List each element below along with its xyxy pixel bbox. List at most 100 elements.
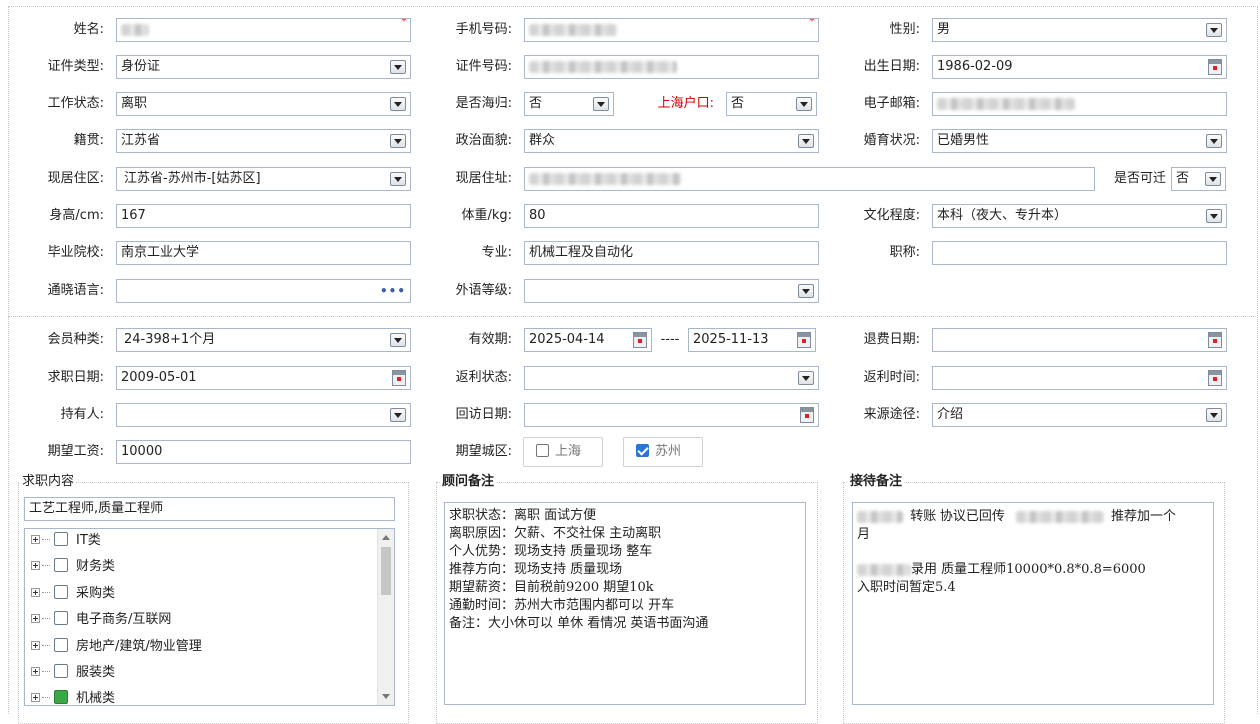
expand-plus-icon[interactable]	[31, 535, 40, 544]
id-type-select[interactable]: 身份证	[116, 55, 411, 79]
chevron-down-icon[interactable]	[798, 371, 814, 385]
checkbox-partial-icon[interactable]	[54, 690, 68, 704]
birth-date-input[interactable]: 1986-02-09	[932, 55, 1227, 79]
expand-plus-icon[interactable]	[31, 588, 40, 597]
chevron-down-icon[interactable]	[798, 284, 814, 298]
checkbox-icon[interactable]	[54, 611, 68, 625]
marital-select[interactable]: 已婚男性	[932, 129, 1227, 153]
languages-input[interactable]: •••	[116, 279, 411, 303]
expand-plus-icon[interactable]	[31, 614, 40, 623]
scrollbar[interactable]	[377, 529, 394, 705]
consultant-notes-textarea[interactable]: 求职状态：离职 面试方便 离职原因：欠薪、不交社保 主动离职 个人优势：现场支持…	[444, 502, 806, 705]
valid-end-input[interactable]: 2025-11-13	[688, 328, 816, 352]
expand-plus-icon[interactable]	[31, 667, 40, 676]
chevron-down-icon[interactable]	[1206, 408, 1222, 422]
source-select[interactable]: 介绍	[932, 403, 1227, 427]
checkbox-icon[interactable]	[54, 558, 68, 572]
job-seek-date-input[interactable]: 2009-05-01	[116, 366, 411, 390]
phone-label: 手机号码:	[455, 22, 512, 37]
member-type-select[interactable]: 24-398+1个月	[116, 328, 411, 352]
scroll-down-icon[interactable]	[382, 694, 390, 699]
revisit-date-label: 回访日期:	[455, 407, 512, 422]
foreign-level-select[interactable]	[524, 279, 819, 303]
calendar-icon[interactable]	[1208, 59, 1222, 75]
checkbox-icon[interactable]	[54, 664, 68, 678]
relocate-select[interactable]: 否	[1171, 167, 1226, 191]
chevron-down-icon[interactable]	[390, 333, 406, 347]
rebate-time-input[interactable]	[932, 366, 1227, 390]
checkbox-icon[interactable]	[54, 532, 68, 546]
address-input[interactable]	[524, 167, 1095, 191]
holder-select[interactable]	[116, 403, 411, 427]
weight-input[interactable]: 80	[524, 204, 819, 228]
chevron-down-icon[interactable]	[390, 134, 406, 148]
major-input[interactable]: 机械工程及自动化	[524, 241, 819, 265]
checkbox-checked-icon[interactable]	[636, 444, 649, 457]
returnee-select[interactable]: 否	[524, 92, 614, 116]
tree-item[interactable]: IT类	[31, 532, 101, 550]
checkbox-icon[interactable]	[54, 638, 68, 652]
job-content-input[interactable]: 工艺工程师,质量工程师	[24, 497, 395, 521]
tree-item-label: 电子商务/互联网	[76, 612, 172, 627]
expand-plus-icon[interactable]	[31, 561, 40, 570]
job-content-value: 工艺工程师,质量工程师	[29, 501, 164, 516]
chevron-down-icon[interactable]	[1205, 172, 1221, 186]
tree-item[interactable]: 服装类	[31, 664, 115, 682]
revisit-date-input[interactable]	[524, 403, 819, 427]
title-input[interactable]	[932, 241, 1227, 265]
chevron-down-icon[interactable]	[390, 60, 406, 74]
school-input[interactable]: 南京工业大学	[116, 241, 411, 265]
chevron-down-icon[interactable]	[798, 134, 814, 148]
expected-salary-input[interactable]: 10000	[116, 440, 411, 464]
email-input[interactable]	[932, 92, 1227, 116]
tree-item[interactable]: 机械类	[31, 690, 115, 705]
checkbox-icon[interactable]	[54, 585, 68, 599]
calendar-icon[interactable]	[1208, 370, 1222, 386]
name-input[interactable]: *	[116, 18, 411, 42]
scroll-up-icon[interactable]	[382, 535, 390, 540]
chevron-down-icon[interactable]	[1206, 134, 1222, 148]
expand-plus-icon[interactable]	[31, 641, 40, 650]
work-status-label: 工作状态:	[47, 96, 104, 111]
chevron-down-icon[interactable]	[390, 408, 406, 422]
city-option-suzhou[interactable]: 苏州	[623, 437, 703, 467]
checkbox-icon[interactable]	[536, 444, 549, 457]
city-option-shanghai[interactable]: 上海	[523, 437, 603, 467]
calendar-icon[interactable]	[1208, 332, 1222, 348]
valid-start-input[interactable]: 2025-04-14	[524, 328, 652, 352]
calendar-icon[interactable]	[392, 370, 406, 386]
tree-item[interactable]: 财务类	[31, 558, 115, 576]
redacted-text	[1015, 510, 1104, 523]
phone-input[interactable]: *	[524, 18, 819, 42]
native-place-select[interactable]: 江苏省	[116, 129, 411, 153]
political-select[interactable]: 群众	[524, 129, 819, 153]
required-mark: *	[401, 18, 407, 28]
chevron-down-icon[interactable]	[1206, 209, 1222, 223]
tree-item[interactable]: 房地产/建筑/物业管理	[31, 638, 202, 656]
calendar-icon[interactable]	[797, 332, 811, 348]
calendar-icon[interactable]	[800, 407, 814, 423]
chevron-down-icon[interactable]	[1206, 23, 1222, 37]
gender-select[interactable]: 男	[932, 18, 1227, 42]
scroll-thumb[interactable]	[381, 547, 391, 595]
chevron-down-icon[interactable]	[390, 172, 406, 186]
work-status-select[interactable]: 离职	[116, 92, 411, 116]
residence-area-select[interactable]: 江苏省-苏州市-[姑苏区]	[116, 167, 411, 191]
education-select[interactable]: 本科（夜大、专升本）	[932, 204, 1227, 228]
tree-item[interactable]: 电子商务/互联网	[31, 611, 171, 629]
chevron-down-icon[interactable]	[796, 97, 812, 111]
chevron-down-icon[interactable]	[390, 97, 406, 111]
refund-date-input[interactable]	[932, 328, 1227, 352]
expand-plus-icon[interactable]	[31, 693, 40, 702]
more-icon[interactable]: •••	[380, 280, 406, 302]
shanghai-hukou-select[interactable]: 否	[726, 92, 817, 116]
tree-item[interactable]: 采购类	[31, 585, 115, 603]
reception-notes-textarea[interactable]: 转账 协议已回传 推荐加一个 月 录用 质量工程师10000*0.8*0.8=6…	[852, 502, 1214, 705]
id-number-input[interactable]	[524, 55, 819, 79]
name-label: 姓名:	[73, 22, 104, 37]
chevron-down-icon[interactable]	[593, 97, 609, 111]
height-input[interactable]: 167	[116, 204, 411, 228]
rebate-status-select[interactable]	[524, 366, 819, 390]
job-category-tree[interactable]: IT类 财务类 采购类 电子商务/互联网 房地产/建筑/物业管理 服装类 机械类	[24, 528, 395, 706]
calendar-icon[interactable]	[633, 332, 647, 348]
